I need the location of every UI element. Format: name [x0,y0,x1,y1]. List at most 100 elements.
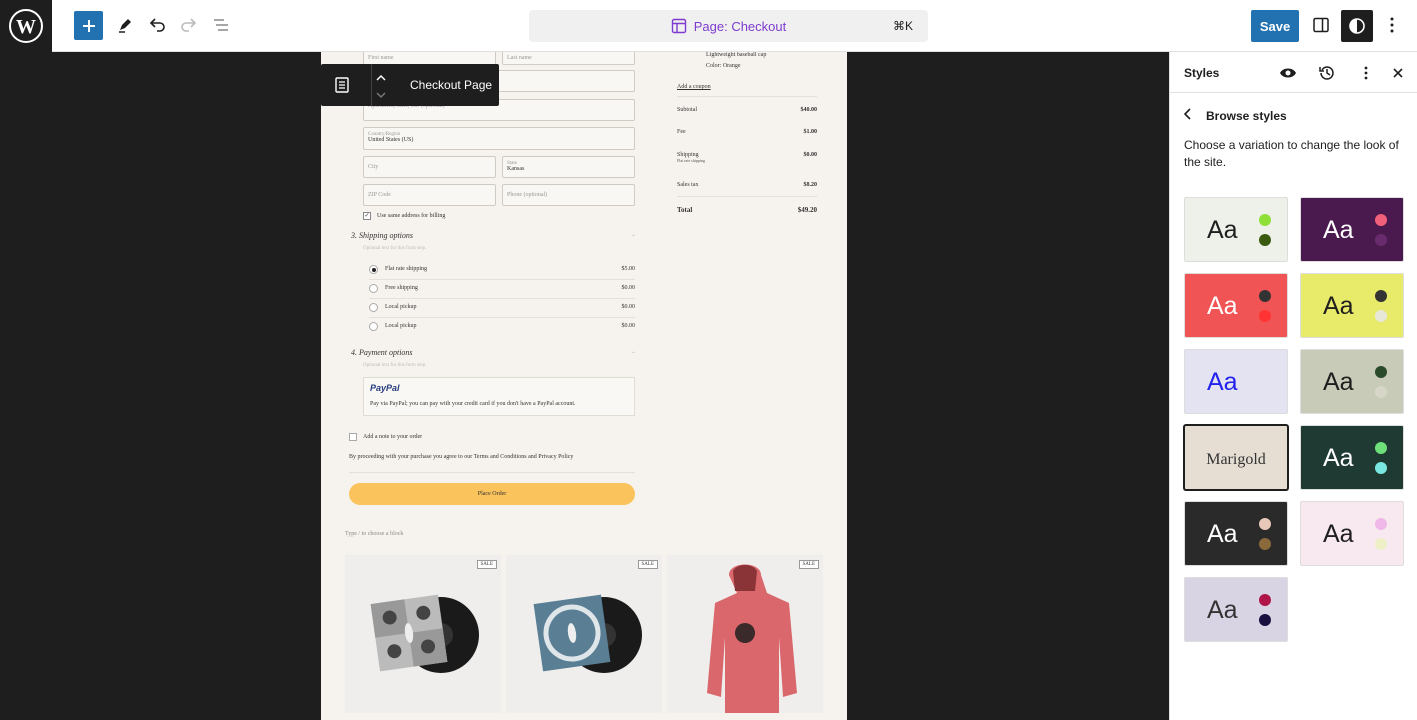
last-name-placeholder: Last name [507,55,532,61]
block-toolbar: Checkout Page [321,64,499,106]
product-card[interactable]: SALE [667,555,823,713]
paypal-payment-box[interactable]: PayPal Pay via PayPal; you can pay with … [363,377,635,416]
collapse-icon: ⌃ [631,352,637,358]
style-variation-card[interactable]: Aa [1184,273,1288,338]
summary-row-label: Subtotal [677,107,698,113]
editor-canvas[interactable]: First name Last name Apartment, suite, e… [321,52,847,720]
shipping-options-title: 3. Shipping options [351,231,414,240]
styles-title: Styles [1184,66,1220,80]
style-variation-card[interactable]: Aa [1184,501,1288,566]
move-down-icon[interactable] [374,87,388,105]
style-variation-card[interactable]: Aa [1184,577,1288,642]
styles-header: Styles [1170,52,1417,93]
sale-badge: SALE [798,560,819,569]
shipping-option-label: Free shipping [385,285,418,291]
redo-button[interactable] [174,10,204,40]
state-field[interactable]: State Kansas [502,156,635,178]
browse-styles-description: Choose a variation to change the look of… [1184,138,1399,169]
secondary-color-swatch [1375,310,1387,322]
move-up-icon[interactable] [374,70,388,88]
summary-row-amount: $0.00 [803,152,818,158]
primary-color-swatch [1375,442,1387,454]
secondary-color-swatch [1259,386,1271,398]
save-button[interactable]: Save [1251,10,1299,42]
shipping-option[interactable]: Local pickup $0.00 [369,318,635,337]
zip-field[interactable]: ZIP Code [363,184,496,206]
command-palette-bar[interactable]: Page: Checkout ⌘K [529,10,928,42]
secondary-color-swatch [1259,234,1271,246]
style-variation-card[interactable]: Aa [1300,349,1404,414]
style-variation-label: Aa [1323,520,1354,548]
city-field[interactable]: City [363,156,496,178]
checkbox-checked-icon: ✓ [363,212,371,220]
same-billing-label: Use same address for billing [377,213,446,219]
tools-button[interactable] [110,10,140,40]
page-layout-icon [671,18,686,34]
close-icon[interactable] [1388,63,1408,83]
styles-toggle-button[interactable] [1341,10,1373,42]
zip-placeholder: ZIP Code [368,192,391,198]
last-name-field[interactable]: Last name [502,52,635,65]
more-vertical-icon[interactable] [1356,63,1376,83]
style-variation-label: Aa [1207,520,1238,548]
shipping-option[interactable]: Flat rate shipping $5.00 [369,261,635,280]
style-variation-label: Aa [1323,368,1354,396]
block-appender-hint[interactable]: Type / to choose a block [345,531,403,537]
style-variation-card[interactable]: Aa [1300,425,1404,490]
primary-color-swatch [1259,518,1271,530]
vinyl-record-image [533,594,642,673]
primary-color-swatch [1375,290,1387,302]
summary-row-label: Sales tax [677,182,699,188]
document-overview-button[interactable] [206,10,236,40]
document-title: Page: Checkout [671,18,787,34]
first-name-placeholder: First name [368,55,394,61]
add-block-button[interactable] [74,11,103,40]
styles-sidebar: Styles Browse styles Choose a variation … [1169,52,1417,720]
secondary-color-swatch [1375,462,1387,474]
eye-icon[interactable] [1278,63,1298,83]
same-billing-checkbox[interactable]: ✓ Use same address for billing [363,212,445,220]
pencil-icon [119,19,131,33]
place-order-button[interactable]: Place Order [349,483,635,505]
summary-row: Subtotal $40.00 [677,107,817,113]
document-title-text: Page: Checkout [693,18,787,34]
back-chevron-icon[interactable] [1183,108,1192,123]
summary-row-amount: $1.00 [803,129,818,135]
style-variation-label: Aa [1207,368,1238,396]
style-variation-card[interactable]: Aa [1300,501,1404,566]
contrast-icon [1349,18,1365,34]
wordpress-logo-icon[interactable]: W [0,0,52,52]
divider [349,472,635,473]
settings-toggle-button[interactable] [1306,10,1336,40]
summary-row-amount: $8.20 [803,182,818,188]
style-variation-card[interactable]: Aa [1300,197,1404,262]
order-note-checkbox[interactable]: Add a note to your order [349,433,422,441]
phone-field[interactable]: Phone (optional) [502,184,635,206]
shipping-option-price: $0.00 [621,323,636,329]
style-variation-card[interactable]: Aa [1184,197,1288,262]
revisions-icon[interactable] [1317,63,1337,83]
country-field[interactable]: Country/Region United States (US) [363,127,635,150]
options-menu-button[interactable] [1377,10,1407,40]
page-block-icon[interactable] [334,76,350,99]
paypal-description: Pay via PayPal; you can pay with your cr… [370,401,576,407]
style-variation-card[interactable]: Aa [1300,273,1404,338]
add-coupon-link[interactable]: Add a coupon [677,84,711,90]
shipping-option[interactable]: Free shipping $0.00 [369,280,635,299]
summary-row: Sales tax $8.20 [677,182,817,188]
more-vertical-icon [1390,17,1394,33]
secondary-color-swatch [1259,614,1271,626]
radio-icon [369,322,378,331]
shipping-option[interactable]: Local pickup $0.00 [369,299,635,318]
editor-top-bar: W Page: Checkout ⌘K Save [0,0,1417,52]
product-card[interactable]: SALE [506,555,662,713]
undo-button[interactable] [142,10,172,40]
undo-icon [149,18,165,32]
radio-selected-icon [369,265,378,274]
list-view-icon [214,19,228,31]
vinyl-record-image [370,594,479,673]
product-card[interactable]: SALE [345,555,501,713]
style-variation-card[interactable]: Marigold [1184,425,1288,490]
terms-text: By proceeding with your purchase you agr… [349,454,574,460]
style-variation-card[interactable]: Aa [1184,349,1288,414]
